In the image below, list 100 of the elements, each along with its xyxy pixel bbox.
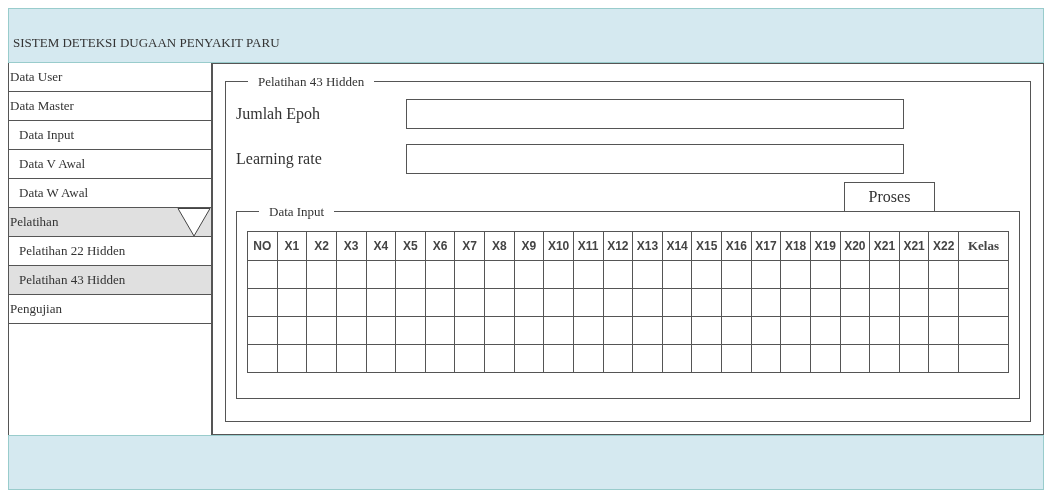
table-cell <box>780 260 811 289</box>
table-cell <box>336 344 366 373</box>
table-cell <box>928 260 959 289</box>
table-cell <box>514 260 544 289</box>
table-cell <box>751 316 781 345</box>
table-cell <box>780 344 811 373</box>
table-cell <box>721 288 752 317</box>
table-cell <box>840 344 870 373</box>
table-cell <box>573 288 603 317</box>
sidebar-item[interactable]: Pelatihan <box>9 208 211 237</box>
table-cell <box>366 288 396 317</box>
column-header: X17 <box>751 231 781 261</box>
table-cell <box>366 316 396 345</box>
table-cell <box>306 316 337 345</box>
proses-button[interactable]: Proses <box>844 181 935 212</box>
table-cell <box>336 316 366 345</box>
table-cell <box>691 316 722 345</box>
table-cell <box>721 316 752 345</box>
table-cell <box>277 288 307 317</box>
table-cell <box>425 288 455 317</box>
column-header: X14 <box>662 231 692 261</box>
table-cell <box>366 260 396 289</box>
column-header: X11 <box>573 231 603 261</box>
table-cell <box>662 344 692 373</box>
table-cell <box>395 344 426 373</box>
table-cell <box>514 288 544 317</box>
table-cell <box>810 344 840 373</box>
table-cell <box>662 260 692 289</box>
table-cell <box>632 288 663 317</box>
column-header: X9 <box>514 231 544 261</box>
table-cell <box>899 344 929 373</box>
table-cell <box>928 316 959 345</box>
table-cell <box>514 344 544 373</box>
table-cell <box>928 344 959 373</box>
table-cell <box>573 344 603 373</box>
table-cell <box>454 344 485 373</box>
table-cell <box>721 260 752 289</box>
table-cell <box>662 288 692 317</box>
table-cell <box>484 344 515 373</box>
table-cell <box>425 316 455 345</box>
column-header: X22 <box>928 231 959 261</box>
table-cell <box>780 288 811 317</box>
table-cell <box>691 260 722 289</box>
table-cell <box>751 260 781 289</box>
table-cell <box>277 316 307 345</box>
table-cell <box>810 316 840 345</box>
column-header: X1 <box>277 231 307 261</box>
column-header: X7 <box>454 231 485 261</box>
table-cell <box>869 260 900 289</box>
table-cell <box>514 316 544 345</box>
table-cell <box>958 344 1009 373</box>
table-cell <box>869 316 900 345</box>
table-cell <box>484 288 515 317</box>
table-cell <box>454 260 485 289</box>
table-cell <box>306 288 337 317</box>
table-cell <box>810 288 840 317</box>
column-header: X21 <box>899 231 929 261</box>
table-cell <box>603 260 633 289</box>
table-cell <box>336 260 366 289</box>
table-cell <box>958 260 1009 289</box>
table-cell <box>247 344 278 373</box>
table-cell <box>454 316 485 345</box>
column-header: X2 <box>306 231 337 261</box>
field-label: Jumlah Epoh <box>236 104 321 125</box>
column-header: X13 <box>632 231 663 261</box>
column-header: X16 <box>721 231 752 261</box>
group-title: Pelatihan 43 Hidden <box>257 73 366 91</box>
table-cell <box>869 288 900 317</box>
column-header: X10 <box>543 231 574 261</box>
field-label: Learning rate <box>236 149 323 170</box>
table-cell <box>395 316 426 345</box>
table-cell <box>780 316 811 345</box>
table-cell <box>632 260 663 289</box>
column-header: X8 <box>484 231 515 261</box>
column-header: Kelas <box>958 231 1009 261</box>
column-header: X5 <box>395 231 426 261</box>
column-header: X15 <box>691 231 722 261</box>
input-field[interactable] <box>406 99 904 129</box>
table-cell <box>543 288 574 317</box>
table-cell <box>395 260 426 289</box>
table-cell <box>247 316 278 345</box>
table-cell <box>573 260 603 289</box>
input-field[interactable] <box>406 144 904 174</box>
table-cell <box>484 260 515 289</box>
table-cell <box>306 260 337 289</box>
app-title: SISTEM DETEKSI DUGAAN PENYAKIT PARU <box>13 33 280 52</box>
table-cell <box>958 288 1009 317</box>
table-cell <box>484 316 515 345</box>
table-cell <box>928 288 959 317</box>
sidebar-item[interactable]: Pelatihan 43 Hidden <box>9 266 211 295</box>
table-cell <box>277 344 307 373</box>
table-cell <box>840 316 870 345</box>
table-cell <box>425 344 455 373</box>
column-header: X18 <box>780 231 811 261</box>
column-header: X3 <box>336 231 366 261</box>
column-header: X4 <box>366 231 396 261</box>
table-cell <box>247 288 278 317</box>
table-cell <box>751 288 781 317</box>
table-cell <box>751 344 781 373</box>
table-cell <box>543 344 574 373</box>
